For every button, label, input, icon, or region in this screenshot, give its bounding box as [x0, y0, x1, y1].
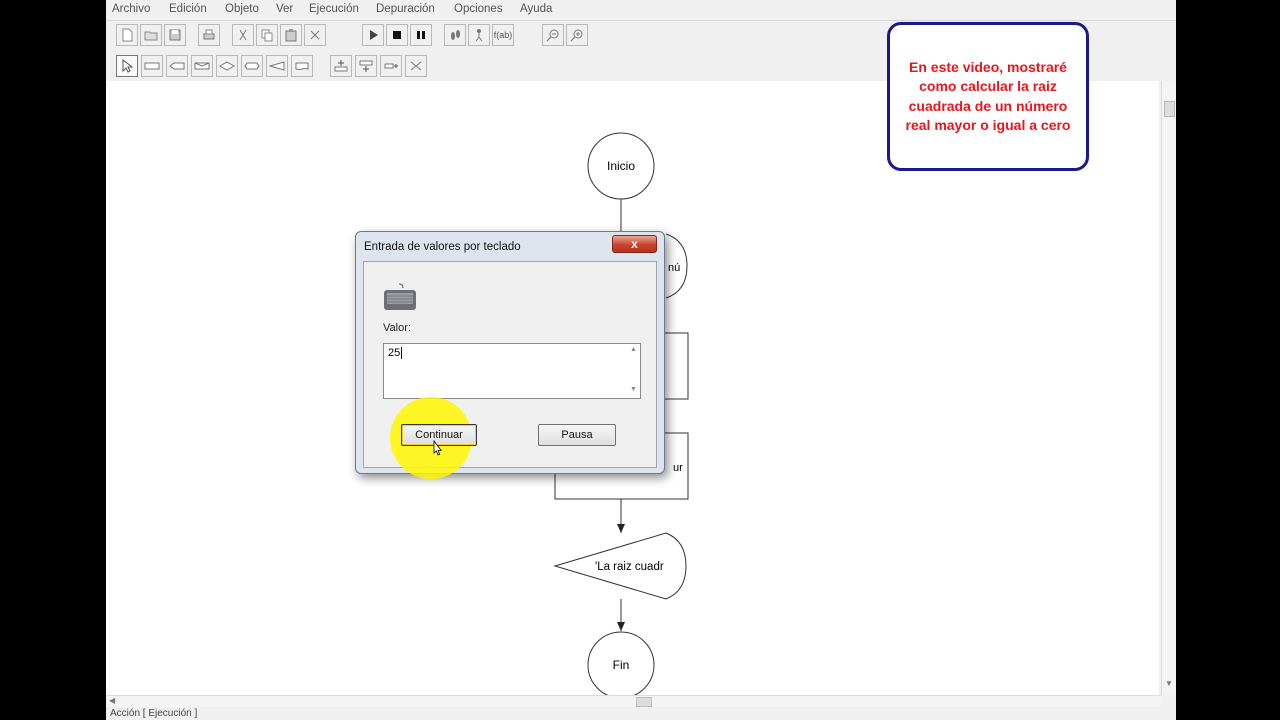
horizontal-scroll-thumb[interactable]	[636, 697, 652, 707]
video-annotation-box: En este video, mostraré como calcular la…	[887, 22, 1089, 171]
input-dialog: Entrada de valores por teclado x Valor: …	[355, 231, 665, 479]
folder-open-icon	[144, 31, 158, 41]
scroll-down-icon[interactable]: ▼	[1165, 679, 1173, 688]
zoom-out-button[interactable]	[542, 24, 564, 46]
value-input[interactable]: 25 ▲ ▼	[383, 343, 641, 399]
insert-side-icon	[384, 63, 398, 69]
menu-objeto[interactable]: Objeto	[225, 3, 259, 15]
menu-ayuda[interactable]: Ayuda	[520, 3, 552, 15]
new-file-icon	[122, 28, 133, 42]
zoom-in-button[interactable]	[566, 24, 588, 46]
copy-button[interactable]	[256, 24, 278, 46]
save-button[interactable]	[164, 24, 186, 46]
select-tool-button[interactable]	[116, 55, 138, 77]
decision-shape-button[interactable]	[216, 55, 238, 77]
vertical-scrollbar[interactable]: ▼	[1161, 81, 1176, 695]
copy-icon	[261, 29, 273, 42]
play-icon	[370, 30, 378, 40]
vertical-scroll-thumb[interactable]	[1164, 101, 1175, 117]
pointer-icon	[122, 59, 134, 73]
scroll-down-small-icon[interactable]: ▼	[630, 386, 637, 393]
print-button[interactable]	[198, 24, 220, 46]
insert-below-button[interactable]	[355, 55, 377, 77]
new-file-button[interactable]	[116, 24, 138, 46]
pause-toolbar-button[interactable]	[410, 24, 432, 46]
shapes-toolbar	[116, 55, 436, 79]
process-shape-button[interactable]	[141, 55, 163, 77]
display-shape-button[interactable]	[266, 55, 288, 77]
menu-edicion[interactable]: Edición	[169, 3, 207, 15]
print-shape-button[interactable]	[291, 55, 313, 77]
paste-icon	[285, 29, 297, 42]
dialog-title: Entrada de valores por teclado	[364, 241, 521, 253]
paste-button[interactable]	[280, 24, 302, 46]
triangle-shape-icon	[269, 61, 285, 71]
step-button[interactable]	[444, 24, 466, 46]
input-shape-icon	[194, 62, 210, 70]
insert-below-icon	[359, 60, 373, 72]
zoom-out-icon	[546, 29, 559, 42]
print-icon	[203, 29, 215, 40]
rectangle-shape-icon	[144, 62, 160, 70]
remove-shape-button[interactable]	[405, 55, 427, 77]
insert-above-icon	[334, 60, 348, 72]
document-shape-icon	[295, 62, 309, 71]
menu-ver[interactable]: Ver	[276, 3, 293, 15]
main-toolbar: f(ab)	[116, 24, 616, 48]
run-button[interactable]	[362, 24, 384, 46]
menu-depuracion[interactable]: Depuración	[376, 3, 435, 15]
pause-icon	[417, 31, 425, 39]
value-input-scrollbar[interactable]: ▲ ▼	[626, 344, 640, 398]
scroll-up-icon[interactable]: ▲	[630, 346, 637, 353]
stop-icon	[393, 31, 401, 39]
save-icon	[169, 29, 181, 41]
walk-icon	[475, 29, 483, 42]
menu-opciones[interactable]: Opciones	[454, 3, 503, 15]
function-debug-button[interactable]: f(ab)	[492, 24, 514, 46]
mouse-cursor-icon	[433, 440, 442, 456]
open-file-button[interactable]	[140, 24, 162, 46]
menu-archivo[interactable]: Archivo	[112, 3, 150, 15]
value-label: Valor:	[383, 322, 411, 334]
output-node-label: 'La raiz cuadr	[595, 561, 664, 573]
insert-above-button[interactable]	[330, 55, 352, 77]
arrow-to-output	[617, 524, 625, 533]
display-shape-icon	[169, 62, 185, 70]
stop-button[interactable]	[386, 24, 408, 46]
output-shape-button[interactable]	[166, 55, 188, 77]
scissors-icon	[239, 29, 247, 41]
sqrt-node-label: ur	[673, 462, 683, 474]
remove-shape-icon	[410, 61, 422, 71]
delete-button[interactable]	[304, 24, 326, 46]
scroll-left-icon[interactable]: ◀	[109, 696, 115, 705]
read-node-label: nú	[668, 262, 680, 274]
annotation-text: En este video, mostraré como calcular la…	[905, 58, 1071, 134]
end-label: Fin	[613, 658, 630, 672]
status-bar: Acción [ Ejecución ]	[106, 707, 1176, 720]
keyboard-icon	[384, 283, 416, 310]
pause-button[interactable]: Pausa	[538, 424, 616, 446]
insert-side-button[interactable]	[380, 55, 402, 77]
start-label: Inicio	[607, 159, 635, 173]
footsteps-icon	[451, 30, 460, 40]
arrow-to-end	[617, 622, 625, 631]
menu-bar: Archivo Edición Objeto Ver Ejecución Dep…	[106, 0, 1176, 21]
close-icon	[310, 30, 320, 40]
diamond-shape-icon	[219, 61, 235, 71]
zoom-in-icon	[570, 29, 583, 42]
menu-ejecucion[interactable]: Ejecución	[309, 3, 359, 15]
cut-button[interactable]	[232, 24, 254, 46]
walk-button[interactable]	[468, 24, 490, 46]
value-text: 25	[388, 347, 401, 359]
hexagon-shape-icon	[244, 62, 260, 70]
dialog-close-button[interactable]: x	[612, 235, 657, 253]
loop-shape-button[interactable]	[241, 55, 263, 77]
input-shape-button[interactable]	[191, 55, 213, 77]
